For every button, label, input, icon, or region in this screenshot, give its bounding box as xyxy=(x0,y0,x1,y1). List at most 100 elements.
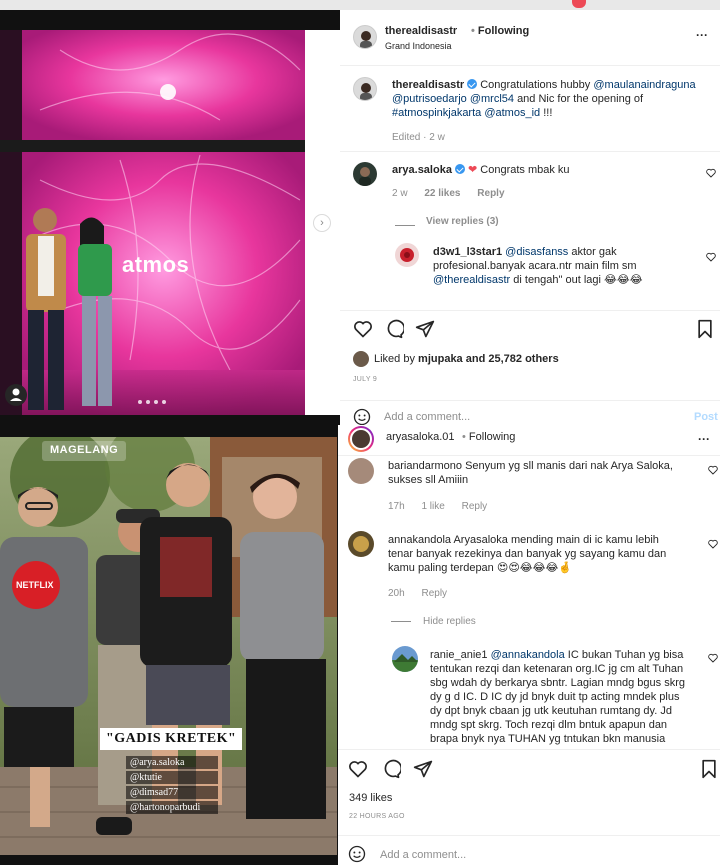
comment-likes[interactable]: 1 like xyxy=(421,501,444,512)
shirt-logo-text: NETFLIX xyxy=(16,580,54,590)
post1-photo[interactable]: atmos xyxy=(0,30,305,415)
save-bookmark-icon[interactable] xyxy=(700,759,718,779)
avatar-icon xyxy=(360,31,372,48)
more-options-icon[interactable]: ··· xyxy=(696,28,708,42)
separator-band xyxy=(0,415,340,437)
emoji-icon[interactable] xyxy=(353,408,371,425)
comment-username[interactable]: arya.saloka xyxy=(392,164,452,176)
tag-sticker[interactable]: @hartonoparbudi xyxy=(126,801,218,814)
like-heart-icon[interactable] xyxy=(348,759,368,779)
post1-author-avatar[interactable] xyxy=(353,25,377,49)
caption-author-avatar[interactable] xyxy=(353,77,377,101)
post1-author-username[interactable]: therealdisastr xyxy=(385,25,457,37)
post2-author-username[interactable]: aryasaloka.01 xyxy=(386,431,455,443)
comment-age: 2 w xyxy=(392,188,408,199)
add-comment-input[interactable]: Add a comment... xyxy=(380,849,466,861)
comment-ranie: ranie_anie1 @annakandola IC bukan Tuhan … xyxy=(430,648,692,746)
post-caption: therealdisastr Congratulations hubby @ma… xyxy=(392,78,712,120)
comment-arya: arya.saloka ❤ Congrats mbak ku xyxy=(392,163,692,177)
liked-by-line: Liked by mjupaka and 25,782 others xyxy=(374,353,559,365)
verified-icon xyxy=(454,164,465,174)
commenter-avatar[interactable] xyxy=(392,646,418,672)
separator-dot: • xyxy=(471,25,475,37)
reply-button[interactable]: Reply xyxy=(477,188,504,199)
view-replies-line xyxy=(395,225,415,226)
tag-sticker[interactable]: @arya.saloka xyxy=(126,756,218,769)
comment-likes[interactable]: 22 likes xyxy=(424,188,460,199)
more-options-icon[interactable]: ··· xyxy=(698,432,710,446)
comment-bubble-icon[interactable] xyxy=(384,319,404,339)
post2-follow-status[interactable]: • Following xyxy=(462,431,515,443)
tag-sticker[interactable]: @ktutie xyxy=(126,771,218,784)
post2-author-avatar[interactable] xyxy=(348,426,374,452)
avatar-icon xyxy=(353,536,369,552)
comment-username[interactable]: d3w1_l3star1 xyxy=(433,246,502,258)
mention-link[interactable]: @maulanaindraguna xyxy=(593,79,695,91)
caption-divider xyxy=(340,151,720,152)
mention-link[interactable]: @therealdisastr xyxy=(433,274,510,286)
like-comment-icon[interactable] xyxy=(708,653,718,663)
comment-bubble-icon[interactable] xyxy=(381,759,401,779)
liked-by-user[interactable]: mjupaka xyxy=(418,353,463,365)
separator-dot: • xyxy=(462,431,466,443)
share-paper-plane-icon[interactable] xyxy=(413,759,433,779)
comment-meta: 2 w 22 likes Reply xyxy=(392,188,519,199)
save-bookmark-icon[interactable] xyxy=(696,319,714,339)
avatar-icon xyxy=(359,167,371,186)
mention-link[interactable]: @disasfanss xyxy=(505,246,568,258)
following-label[interactable]: Following xyxy=(478,25,529,37)
like-comment-icon[interactable] xyxy=(708,539,718,549)
red-heart-emoji: ❤ xyxy=(468,164,478,176)
commenter-avatar[interactable] xyxy=(348,531,374,557)
mention-link[interactable]: @mrcl54 xyxy=(470,93,514,105)
post2-photo[interactable]: NETFLIX MAGELANG "GADIS KRETEK" @arya.sa… xyxy=(0,437,337,855)
avatar-icon xyxy=(360,83,372,100)
liked-by-prefix: Liked by xyxy=(374,353,415,365)
liked-by-others[interactable]: and 25,782 others xyxy=(466,353,559,365)
comment-age: 17h xyxy=(388,501,405,512)
comment-username[interactable]: bariandarmono xyxy=(388,460,462,472)
comments-divider xyxy=(338,749,720,750)
person-woman xyxy=(78,217,112,406)
hide-replies-button[interactable]: Hide replies xyxy=(423,616,476,627)
post1-side-panel: therealdisastr • Following Grand Indones… xyxy=(340,10,720,425)
post-comment-button[interactable]: Post xyxy=(694,411,718,423)
landscape-icon xyxy=(392,654,418,672)
hashtag-link[interactable]: #atmospinkjakarta xyxy=(392,107,481,119)
liker-avatar[interactable] xyxy=(353,351,369,367)
verified-icon xyxy=(467,79,478,89)
emoji-icon[interactable] xyxy=(348,845,366,863)
caption-text: Congratulations hubby xyxy=(480,79,591,91)
comment-username[interactable]: ranie_anie1 xyxy=(430,649,488,661)
caption-edited: Edited · 2 w xyxy=(392,132,445,143)
comment-username[interactable]: annakandola xyxy=(388,534,451,546)
comment-meta: 17h 1 like Reply xyxy=(388,501,501,512)
commenter-avatar[interactable] xyxy=(353,162,377,186)
location-sticker: MAGELANG xyxy=(50,444,119,456)
like-comment-icon[interactable] xyxy=(706,168,716,178)
commenter-avatar[interactable] xyxy=(395,243,419,267)
commenter-avatar[interactable] xyxy=(348,458,374,484)
mention-link[interactable]: @atmos_id xyxy=(484,107,540,119)
reply-button[interactable]: Reply xyxy=(462,501,488,512)
mention-link[interactable]: @putrisoedarjo xyxy=(392,93,467,105)
add-comment-divider xyxy=(338,835,720,836)
add-comment-divider xyxy=(340,400,720,401)
like-comment-icon[interactable] xyxy=(706,252,716,262)
post1-follow-status[interactable]: • Following xyxy=(471,25,529,37)
tag-sticker[interactable]: @dimsad77 xyxy=(126,786,218,799)
like-comment-icon[interactable] xyxy=(708,465,718,475)
hide-replies-line xyxy=(391,621,411,622)
post2-likes-count[interactable]: 349 likes xyxy=(349,792,392,804)
share-paper-plane-icon[interactable] xyxy=(415,319,435,339)
reply-button[interactable]: Reply xyxy=(421,588,447,599)
add-comment-input[interactable]: Add a comment... xyxy=(384,411,470,423)
view-replies-button[interactable]: View replies (3) xyxy=(426,216,499,227)
caption-username[interactable]: therealdisastr xyxy=(392,79,464,91)
like-heart-icon[interactable] xyxy=(353,319,373,339)
post1-location[interactable]: Grand Indonesia xyxy=(385,41,452,51)
next-photo-button[interactable]: › xyxy=(313,214,331,232)
mention-link[interactable]: @annakandola xyxy=(491,649,565,661)
following-label[interactable]: Following xyxy=(469,431,515,443)
post1-photo-art xyxy=(0,30,305,415)
